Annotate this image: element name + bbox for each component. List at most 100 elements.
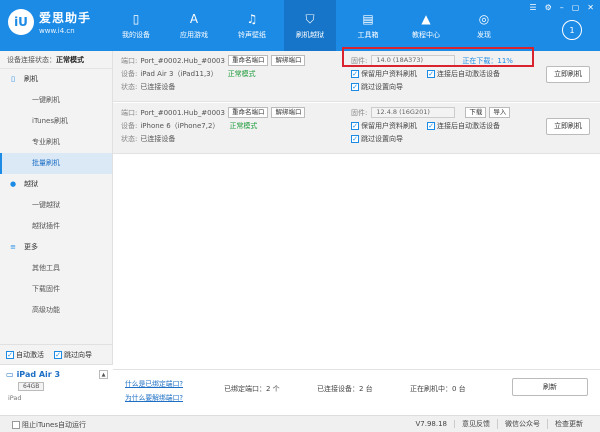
graduation-icon: ▲ xyxy=(421,11,431,26)
auto-activate-checkbox[interactable]: ✓ 自动激活 xyxy=(6,350,44,360)
connected-device-card[interactable]: ▭ iPad Air 3 64GB iPad ▲ xyxy=(0,364,113,415)
bound-ports-count: 已绑定端口：2 个 xyxy=(224,385,280,393)
connected-devices-count: 已连接设备：2 台 xyxy=(317,385,373,393)
flash-now-button[interactable]: 立即刷机 xyxy=(546,66,590,83)
download-manager-icon[interactable]: 1 xyxy=(562,20,582,40)
music-icon: ♫ xyxy=(246,11,258,26)
sidebar-item-other-tools[interactable]: 其他工具 xyxy=(0,258,112,279)
sidebar-options: ✓ 自动激活 ✓ 跳过向导 xyxy=(0,344,113,364)
device-row-1: 端口: Port_#0002.Hub_#0003 重命名端口 解绑端口 设备: … xyxy=(113,47,600,102)
sidebar-item-batch-flash[interactable]: 批量刷机 xyxy=(0,153,112,174)
compass-icon: ◎ xyxy=(478,11,490,26)
sidebar: 设备连接状态：正常模式 ▯ 刷机 一键刷机 iTunes刷机 专业刷机 批量刷机… xyxy=(0,51,113,415)
close-icon[interactable]: ✕ xyxy=(587,3,594,12)
check-icon: ✓ xyxy=(351,121,359,130)
check-update-link[interactable]: 检查更新 xyxy=(548,419,590,429)
check-icon: ✓ xyxy=(6,350,14,359)
sidebar-item-itunes-flash[interactable]: iTunes刷机 xyxy=(0,111,112,132)
panel-footer: 什么是已绑定端口? 为什么要解绑端口? 已绑定端口：2 个 已连接设备：2 台 … xyxy=(113,369,600,415)
status-bar: 阻止iTunes自动运行 V7.98.18 意见反馈 微信公众号 检查更新 xyxy=(0,415,600,432)
flash-now-button[interactable]: 立即刷机 xyxy=(546,118,590,135)
highlight-frame xyxy=(342,47,534,67)
maximize-icon[interactable]: ▢ xyxy=(572,3,580,12)
collapse-icon[interactable]: ▲ xyxy=(99,370,108,379)
skip-setup-checkbox[interactable]: ✓ 跳过设置向导 xyxy=(351,134,403,144)
top-header: iU 爱思助手 www.i4.cn ▯ 我的设备 A 应用游戏 ♫ 铃声壁纸 ⛉… xyxy=(0,0,600,51)
nav-flash-jailbreak[interactable]: ⛉ 刷机越狱 xyxy=(284,0,336,51)
sidebar-item-download-firmware[interactable]: 下载固件 xyxy=(0,279,112,300)
sidebar-section-jailbreak[interactable]: ● 越狱 xyxy=(0,174,112,195)
skip-guide-checkbox[interactable]: ✓ 跳过向导 xyxy=(54,350,92,360)
block-itunes-checkbox[interactable]: 阻止iTunes自动运行 xyxy=(12,420,86,430)
wechat-link[interactable]: 微信公众号 xyxy=(498,419,548,429)
device-state: 已连接设备 xyxy=(140,82,176,91)
phone-icon: ▯ xyxy=(11,75,15,83)
nav-ringtones-wallpapers[interactable]: ♫ 铃声壁纸 xyxy=(226,0,278,51)
port-name: Port_#0001.Hub_#0003 xyxy=(140,108,225,117)
check-icon: ✓ xyxy=(351,82,359,91)
device-name: iPad Air 3 xyxy=(16,370,61,379)
sidebar-section-more[interactable]: ≡ 更多 xyxy=(0,237,112,258)
nav-my-device[interactable]: ▯ 我的设备 xyxy=(110,0,162,51)
minimize-icon[interactable]: – xyxy=(560,3,564,12)
nav-apps-games[interactable]: A 应用游戏 xyxy=(168,0,220,51)
checkbox-icon xyxy=(12,421,20,429)
app-logo: iU 爱思助手 www.i4.cn xyxy=(8,9,91,35)
unbind-port-button[interactable]: 解绑端口 xyxy=(271,107,306,118)
device-model: iPad Air 3（iPad11,3） xyxy=(140,69,218,78)
download-firmware-button[interactable]: 下载 xyxy=(465,107,487,118)
firmware-field[interactable]: 12.4.8 (16G201) xyxy=(371,107,456,118)
check-icon: ✓ xyxy=(427,121,435,130)
window-controls: ☰ ⚙ – ▢ ✕ xyxy=(529,3,594,12)
sidebar-item-advanced[interactable]: 高级功能 xyxy=(0,300,112,321)
device-row-2: 端口: Port_#0001.Hub_#0003 重命名端口 解绑端口 设备: … xyxy=(113,103,600,154)
appstore-icon: A xyxy=(189,11,199,26)
shield-icon: ⛉ xyxy=(305,11,315,26)
why-unbind-port-link[interactable]: 为什么要解绑端口? xyxy=(125,391,183,405)
device-mode: 正常模式 xyxy=(229,121,258,130)
auto-activate-device-checkbox[interactable]: ✓ 连接后自动激活设备 xyxy=(427,121,500,131)
keep-data-checkbox[interactable]: ✓ 保留用户资料刷机 xyxy=(351,69,417,79)
main-nav: ▯ 我的设备 A 应用游戏 ♫ 铃声壁纸 ⛉ 刷机越狱 ▤ 工具箱 ▲ 教程中心… xyxy=(110,0,516,51)
check-icon: ✓ xyxy=(427,69,435,78)
batch-flash-panel: 端口: Port_#0002.Hub_#0003 重命名端口 解绑端口 设备: … xyxy=(113,47,600,415)
flashing-count: 正在刷机中：0 台 xyxy=(410,385,466,393)
nav-tutorials[interactable]: ▲ 教程中心 xyxy=(400,0,452,51)
skip-setup-checkbox[interactable]: ✓ 跳过设置向导 xyxy=(351,82,403,92)
check-icon: ✓ xyxy=(351,134,359,143)
app-name: 爱思助手 xyxy=(39,11,92,25)
device-mode: 正常模式 xyxy=(227,69,256,78)
check-icon: ✓ xyxy=(54,350,62,359)
sidebar-item-one-click-flash[interactable]: 一键刷机 xyxy=(0,90,112,111)
nav-toolbox[interactable]: ▤ 工具箱 xyxy=(342,0,394,51)
sidebar-item-one-click-jailbreak[interactable]: 一键越狱 xyxy=(0,195,112,216)
menu-icon: ≡ xyxy=(10,243,16,251)
device-model: iPhone 6（iPhone7,2） xyxy=(140,121,220,130)
settings-icon[interactable]: ⚙ xyxy=(545,3,552,12)
refresh-button[interactable]: 刷新 xyxy=(512,378,588,396)
rename-port-button[interactable]: 重命名端口 xyxy=(227,55,269,66)
app-url: www.i4.cn xyxy=(39,27,75,35)
port-name: Port_#0002.Hub_#0003 xyxy=(140,56,225,65)
device-state: 已连接设备 xyxy=(140,134,176,143)
logo-badge: iU xyxy=(8,9,34,35)
rename-port-button[interactable]: 重命名端口 xyxy=(227,107,269,118)
sidebar-section-flash[interactable]: ▯ 刷机 xyxy=(0,69,112,90)
check-icon: ✓ xyxy=(351,69,359,78)
toolbox-icon: ▤ xyxy=(362,11,374,26)
phone-icon: ▯ xyxy=(132,11,140,26)
device-capacity: 64GB xyxy=(18,382,45,391)
jailbreak-icon: ● xyxy=(9,180,17,188)
keep-data-checkbox[interactable]: ✓ 保留用户资料刷机 xyxy=(351,121,417,131)
import-firmware-button[interactable]: 导入 xyxy=(489,107,511,118)
sidebar-item-pro-flash[interactable]: 专业刷机 xyxy=(0,132,112,153)
connection-status: 设备连接状态：正常模式 xyxy=(0,51,112,69)
nav-discover[interactable]: ◎ 发现 xyxy=(458,0,510,51)
version-label: V7.98.18 xyxy=(408,420,455,428)
feedback-icon[interactable]: ☰ xyxy=(529,3,536,12)
auto-activate-device-checkbox[interactable]: ✓ 连接后自动激活设备 xyxy=(427,69,500,79)
unbind-port-button[interactable]: 解绑端口 xyxy=(271,55,306,66)
sidebar-item-jailbreak-plugins[interactable]: 越狱插件 xyxy=(0,216,112,237)
what-is-bound-port-link[interactable]: 什么是已绑定端口? xyxy=(125,377,183,391)
feedback-link[interactable]: 意见反馈 xyxy=(455,419,498,429)
